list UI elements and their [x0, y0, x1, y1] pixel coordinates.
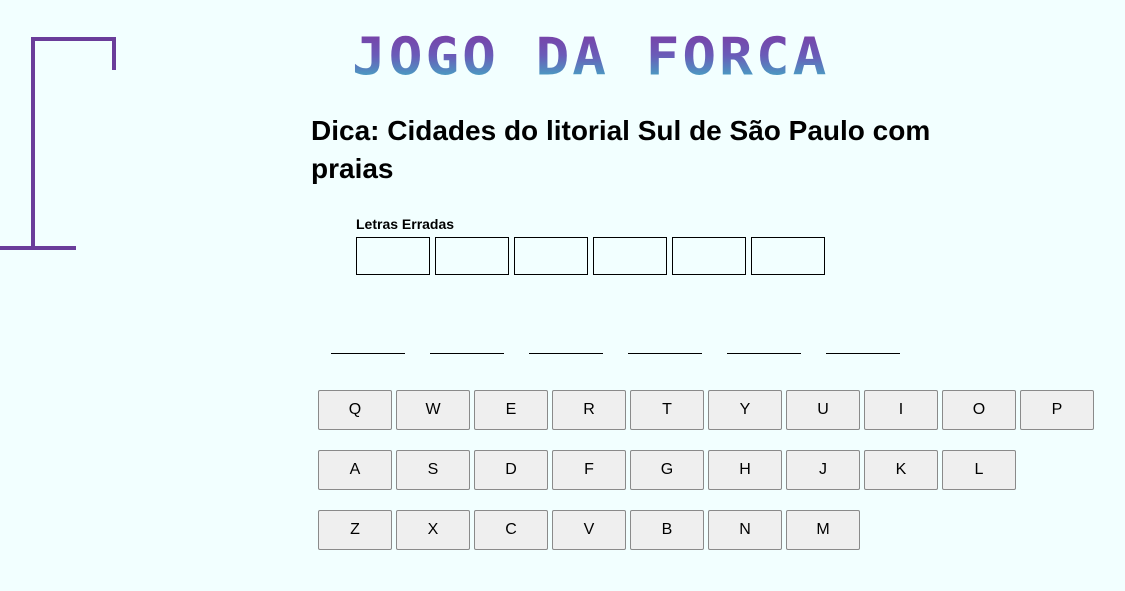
- key-b[interactable]: B: [630, 510, 704, 550]
- key-g[interactable]: G: [630, 450, 704, 490]
- key-c[interactable]: C: [474, 510, 548, 550]
- keyboard-row-3: Z X C V B N M: [318, 510, 1094, 550]
- key-y[interactable]: Y: [708, 390, 782, 430]
- key-u[interactable]: U: [786, 390, 860, 430]
- keyboard-row-1: Q W E R T Y U I O P: [318, 390, 1094, 430]
- gallows-drawing: [0, 37, 116, 250]
- gallows-frame: [0, 37, 116, 250]
- hint-text: Dica: Cidades do litorial Sul de São Pau…: [311, 115, 931, 184]
- wrong-letters-label: Letras Erradas: [356, 216, 455, 232]
- wrong-letters-boxes: [356, 237, 825, 275]
- word-letter-blank: [628, 326, 702, 354]
- letter-keyboard: Q W E R T Y U I O P A S D F G H J K L Z …: [318, 390, 1094, 570]
- key-j[interactable]: J: [786, 450, 860, 490]
- wrong-letter-slot: [672, 237, 746, 275]
- word-letter-blank: [727, 326, 801, 354]
- keyboard-row-2: A S D F G H J K L: [318, 450, 1094, 490]
- wrong-letter-slot: [751, 237, 825, 275]
- key-m[interactable]: M: [786, 510, 860, 550]
- key-q[interactable]: Q: [318, 390, 392, 430]
- key-n[interactable]: N: [708, 510, 782, 550]
- key-h[interactable]: H: [708, 450, 782, 490]
- wrong-letter-slot: [593, 237, 667, 275]
- wrong-letter-slot: [435, 237, 509, 275]
- key-f[interactable]: F: [552, 450, 626, 490]
- gallows: [0, 0, 130, 260]
- game-title: JOGO DA FORCA: [352, 32, 982, 84]
- key-o[interactable]: O: [942, 390, 1016, 430]
- secret-word: [331, 326, 900, 354]
- key-k[interactable]: K: [864, 450, 938, 490]
- key-a[interactable]: A: [318, 450, 392, 490]
- key-r[interactable]: R: [552, 390, 626, 430]
- key-x[interactable]: X: [396, 510, 470, 550]
- key-e[interactable]: E: [474, 390, 548, 430]
- key-i[interactable]: I: [864, 390, 938, 430]
- key-d[interactable]: D: [474, 450, 548, 490]
- wrong-letter-slot: [514, 237, 588, 275]
- word-letter-blank: [331, 326, 405, 354]
- key-v[interactable]: V: [552, 510, 626, 550]
- word-letter-blank: [430, 326, 504, 354]
- wrong-letter-slot: [356, 237, 430, 275]
- key-l[interactable]: L: [942, 450, 1016, 490]
- word-letter-blank: [529, 326, 603, 354]
- key-p[interactable]: P: [1020, 390, 1094, 430]
- key-w[interactable]: W: [396, 390, 470, 430]
- key-t[interactable]: T: [630, 390, 704, 430]
- word-letter-blank: [826, 326, 900, 354]
- key-z[interactable]: Z: [318, 510, 392, 550]
- key-s[interactable]: S: [396, 450, 470, 490]
